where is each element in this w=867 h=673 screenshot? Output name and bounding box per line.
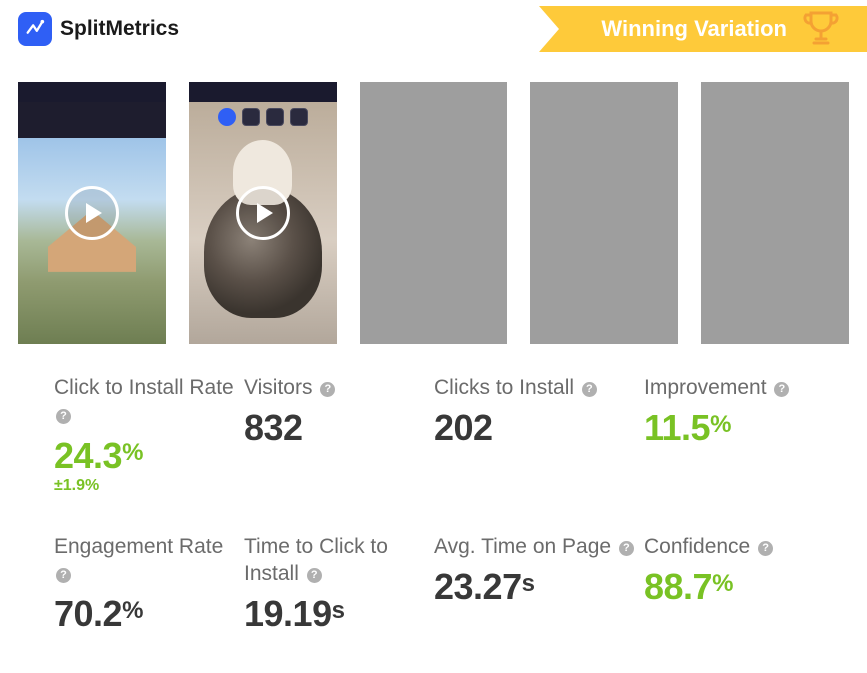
metric-clicks-to-install: Clicks to Install ? 202 <box>434 374 644 495</box>
variation-thumbnail[interactable] <box>701 82 849 344</box>
variation-thumbnail[interactable] <box>360 82 508 344</box>
metric-unit: s <box>522 570 535 597</box>
variation-thumbnail[interactable] <box>530 82 678 344</box>
help-icon[interactable]: ? <box>582 382 597 397</box>
variation-thumbnail[interactable] <box>18 82 166 344</box>
metrics-panel: Click to Install Rate ? 24.3% ±1.9% Visi… <box>12 354 855 665</box>
metric-time-to-click-install: Time to Click to Install ? 19.19s <box>244 533 434 636</box>
help-icon[interactable]: ? <box>56 409 71 424</box>
play-icon[interactable] <box>65 186 119 240</box>
help-icon[interactable]: ? <box>320 382 335 397</box>
header: SplitMetrics Winning Variation <box>0 0 867 58</box>
metric-label: Clicks to Install <box>434 376 574 399</box>
metric-margin: ±1.9% <box>54 477 244 495</box>
brand-name: SplitMetrics <box>60 17 179 41</box>
metric-visitors: Visitors ? 832 <box>244 374 434 495</box>
metric-value: 832 <box>244 407 303 448</box>
play-icon[interactable] <box>236 186 290 240</box>
metric-value: 24.3 <box>54 435 122 476</box>
metric-unit: % <box>712 570 733 597</box>
metric-label: Confidence <box>644 535 750 558</box>
metric-avg-time-on-page: Avg. Time on Page ? 23.27s <box>434 533 644 636</box>
metric-value: 19.19 <box>244 593 332 634</box>
metric-label: Engagement Rate <box>54 535 223 558</box>
metric-value: 202 <box>434 407 493 448</box>
metric-value: 23.27 <box>434 566 522 607</box>
metric-engagement-rate: Engagement Rate ? 70.2% <box>54 533 244 636</box>
help-icon[interactable]: ? <box>619 541 634 556</box>
help-icon[interactable]: ? <box>56 568 71 583</box>
metric-click-to-install-rate: Click to Install Rate ? 24.3% ±1.9% <box>54 374 244 495</box>
metric-value: 88.7 <box>644 566 712 607</box>
metric-label: Improvement <box>644 376 767 399</box>
metric-value: 11.5 <box>644 407 710 448</box>
metric-label: Avg. Time on Page <box>434 535 611 558</box>
ribbon-label: Winning Variation <box>601 16 787 42</box>
metric-value: 70.2 <box>54 593 122 634</box>
help-icon[interactable]: ? <box>774 382 789 397</box>
trophy-icon <box>797 5 845 53</box>
metric-improvement: Improvement ? 11.5% <box>644 374 824 495</box>
metric-unit: s <box>332 597 345 624</box>
metric-confidence: Confidence ? 88.7% <box>644 533 824 636</box>
winning-variation-ribbon: Winning Variation <box>559 6 867 52</box>
splitmetrics-icon <box>18 12 52 46</box>
variation-thumbnail[interactable] <box>189 82 337 344</box>
metric-unit: % <box>122 439 143 466</box>
help-icon[interactable]: ? <box>307 568 322 583</box>
metric-label: Visitors <box>244 376 312 399</box>
variation-thumbnails <box>0 58 867 354</box>
metric-unit: % <box>710 411 731 438</box>
metric-unit: % <box>122 597 143 624</box>
metric-label: Click to Install Rate <box>54 376 234 399</box>
brand-logo[interactable]: SplitMetrics <box>18 12 179 46</box>
help-icon[interactable]: ? <box>758 541 773 556</box>
